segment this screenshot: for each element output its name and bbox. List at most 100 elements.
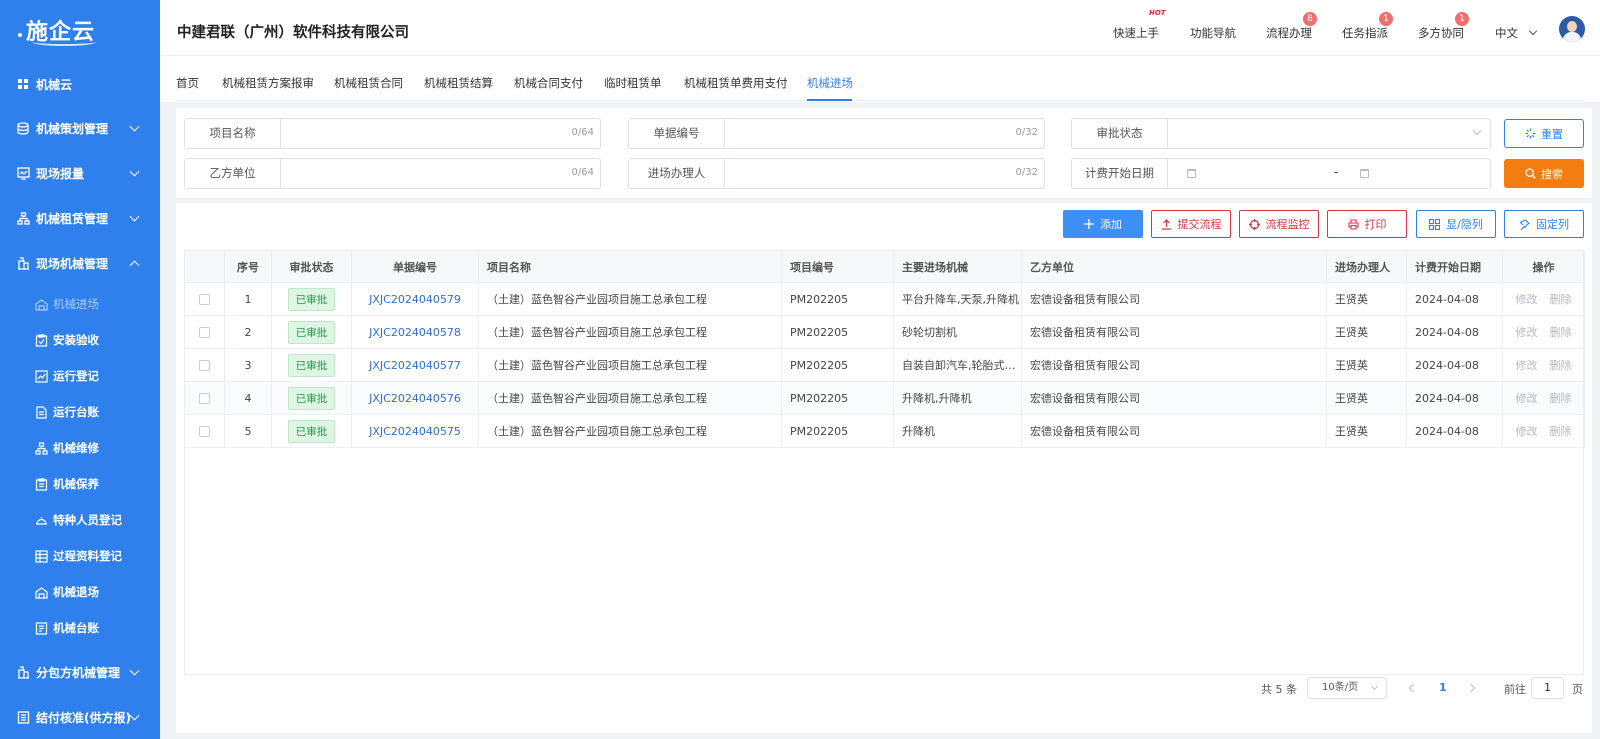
current-page[interactable]: 1 bbox=[1439, 681, 1447, 694]
delete-link[interactable]: 删除 bbox=[1550, 425, 1572, 438]
project-no-cell: PM202205 bbox=[781, 381, 894, 415]
doc-no-link[interactable]: JXJC2024040578 bbox=[369, 326, 461, 339]
machines-cell: 自装自卸汽车,轮胎式装载机 bbox=[893, 348, 1022, 382]
approval-status-select[interactable]: 审批状态 bbox=[1071, 118, 1491, 149]
columns-icon bbox=[1429, 218, 1441, 230]
toggle-columns-button[interactable]: 显/隐列 bbox=[1416, 210, 1496, 238]
doc-no-link[interactable]: JXJC2024040579 bbox=[369, 293, 461, 306]
seq-cell: 3 bbox=[224, 348, 272, 382]
sidebar-item-label: 运行登记 bbox=[53, 369, 99, 383]
delete-link[interactable]: 删除 bbox=[1550, 359, 1572, 372]
tab-temp-rental[interactable]: 临时租赁单 bbox=[604, 75, 662, 91]
machines-cell: 砂轮切割机 bbox=[893, 315, 1022, 349]
doc-no-link[interactable]: JXJC2024040576 bbox=[369, 392, 461, 405]
table-row[interactable]: 4 已审批 JXJC2024040576 （土建）蓝色智谷产业园项目施工总承包工… bbox=[184, 381, 1585, 415]
start-date-range[interactable]: 计费开始日期 - bbox=[1071, 158, 1491, 189]
monitor-flow-button[interactable]: 流程监控 bbox=[1239, 210, 1319, 238]
doc-no-link[interactable]: JXJC2024040575 bbox=[369, 425, 461, 438]
fix-columns-button[interactable]: 固定列 bbox=[1504, 210, 1584, 238]
status-cell: 已审批 bbox=[271, 348, 352, 382]
page-size-select[interactable]: 10条/页 bbox=[1307, 677, 1387, 699]
row-checkbox[interactable] bbox=[199, 426, 210, 437]
tab-rental-contract[interactable]: 机械租赁合同 bbox=[334, 75, 403, 91]
machines-cell: 平台升降车,天泵,升降机 bbox=[893, 282, 1022, 316]
sidebar-group-rental[interactable]: 机械租赁管理 bbox=[0, 196, 160, 241]
row-checkbox[interactable] bbox=[199, 393, 210, 404]
sidebar-group-report[interactable]: 现场报量 bbox=[0, 151, 160, 196]
sidebar-item-run-register[interactable]: 运行登记 bbox=[0, 358, 160, 394]
row-checkbox[interactable] bbox=[199, 360, 210, 371]
doc-no-link[interactable]: JXJC2024040577 bbox=[369, 359, 461, 372]
goto-page-input[interactable]: 1 bbox=[1531, 677, 1564, 699]
clipboard-icon bbox=[34, 477, 48, 491]
sidebar-item-run-ledger[interactable]: 运行台账 bbox=[0, 394, 160, 430]
next-page-icon[interactable] bbox=[1466, 683, 1476, 693]
sidebar-item-machine-ledger[interactable]: 机械台账 bbox=[0, 610, 160, 646]
logo[interactable]: 施企云 bbox=[0, 0, 160, 60]
chevron-down-icon bbox=[129, 665, 140, 676]
table-row[interactable]: 1 已审批 JXJC2024040579 （土建）蓝色智谷产业园项目施工总承包工… bbox=[184, 282, 1585, 316]
prev-page-icon[interactable] bbox=[1408, 683, 1418, 693]
tab-contract-payment[interactable]: 机械合同支付 bbox=[514, 75, 583, 91]
row-checkbox[interactable] bbox=[199, 294, 210, 305]
doc-no-cell: JXJC2024040575 bbox=[351, 414, 479, 448]
party-b-field[interactable]: 乙方单位 0/64 bbox=[184, 158, 601, 189]
function-nav-link[interactable]: 功能导航 bbox=[1190, 25, 1236, 41]
sidebar-item-maintenance[interactable]: 机械保养 bbox=[0, 466, 160, 502]
chevron-down-icon bbox=[129, 710, 140, 721]
sidebar-item-install-check[interactable]: 安装验收 bbox=[0, 322, 160, 358]
project-name-label: 项目名称 bbox=[185, 119, 281, 148]
sidebar-item-process-docs[interactable]: 过程资料登记 bbox=[0, 538, 160, 574]
delete-link[interactable]: 删除 bbox=[1550, 392, 1572, 405]
doc-no-field[interactable]: 单据编号 0/32 bbox=[628, 118, 1045, 149]
collab-link[interactable]: 多方协同 1 bbox=[1418, 12, 1469, 41]
status-cell: 已审批 bbox=[271, 381, 352, 415]
edit-link[interactable]: 修改 bbox=[1516, 425, 1538, 438]
sidebar-item-machine-entry[interactable]: 机械进场 bbox=[0, 286, 160, 322]
delete-link[interactable]: 删除 bbox=[1550, 326, 1572, 339]
sidebar-item-home[interactable]: 机械云 bbox=[0, 62, 160, 106]
sidebar-group-subcontractor[interactable]: 分包方机械管理 bbox=[0, 650, 160, 695]
tab-home[interactable]: 首页 bbox=[176, 75, 199, 91]
table-row[interactable]: 5 已审批 JXJC2024040575 （土建）蓝色智谷产业园项目施工总承包工… bbox=[184, 414, 1585, 448]
print-button[interactable]: 打印 bbox=[1327, 210, 1407, 238]
tab-machine-entry[interactable]: 机械进场 bbox=[807, 75, 853, 91]
add-button[interactable]: 添加 bbox=[1063, 210, 1143, 238]
tab-rental-settlement[interactable]: 机械租赁结算 bbox=[424, 75, 493, 91]
edit-link[interactable]: 修改 bbox=[1516, 392, 1538, 405]
edit-link[interactable]: 修改 bbox=[1516, 359, 1538, 372]
sidebar-item-special-staff[interactable]: 特种人员登记 bbox=[0, 502, 160, 538]
process-link[interactable]: 流程办理 8 bbox=[1266, 12, 1317, 41]
project-name-field[interactable]: 项目名称 0/64 bbox=[184, 118, 601, 149]
reset-button[interactable]: 重置 bbox=[1504, 119, 1584, 148]
avatar[interactable] bbox=[1559, 16, 1585, 42]
sidebar-group-planning[interactable]: 机械策划管理 bbox=[0, 106, 160, 151]
edit-link[interactable]: 修改 bbox=[1516, 293, 1538, 306]
tab-rental-plan[interactable]: 机械租赁方案报审 bbox=[222, 75, 314, 91]
task-link[interactable]: 任务指派 1 bbox=[1342, 12, 1393, 41]
table-row[interactable]: 3 已审批 JXJC2024040577 （土建）蓝色智谷产业园项目施工总承包工… bbox=[184, 348, 1585, 382]
avatar-face bbox=[1567, 21, 1577, 32]
edit-link[interactable]: 修改 bbox=[1516, 326, 1538, 339]
project-cell: （土建）蓝色智谷产业园项目施工总承包工程 bbox=[478, 381, 782, 415]
quick-start-link[interactable]: 快速上手 HOT bbox=[1113, 9, 1166, 41]
sidebar-group-settlement[interactable]: 结付核准(供方报) bbox=[0, 695, 160, 739]
actions-cell: 修改 删除 bbox=[1502, 348, 1585, 382]
table-row[interactable]: 2 已审批 JXJC2024040578 （土建）蓝色智谷产业园项目施工总承包工… bbox=[184, 315, 1585, 349]
building-icon bbox=[34, 297, 48, 311]
sidebar-group-onsite[interactable]: 现场机械管理 bbox=[0, 241, 160, 286]
delete-link[interactable]: 删除 bbox=[1550, 293, 1572, 306]
submit-flow-button[interactable]: 提交流程 bbox=[1151, 210, 1231, 238]
add-label: 添加 bbox=[1100, 218, 1122, 231]
search-label: 搜索 bbox=[1541, 167, 1563, 181]
sidebar-item-repair[interactable]: 机械维修 bbox=[0, 430, 160, 466]
calendar-icon bbox=[1187, 169, 1196, 178]
table-icon bbox=[34, 549, 48, 563]
handler-field[interactable]: 进场办理人 0/32 bbox=[628, 158, 1045, 189]
row-checkbox[interactable] bbox=[199, 327, 210, 338]
language-select[interactable]: 中文 bbox=[1495, 25, 1537, 41]
sidebar-item-exit[interactable]: 机械退场 bbox=[0, 574, 160, 610]
tab-rental-fee-payment[interactable]: 机械租赁单费用支付 bbox=[684, 75, 788, 91]
status-badge: 已审批 bbox=[287, 386, 336, 410]
search-button[interactable]: 搜索 bbox=[1504, 159, 1584, 188]
